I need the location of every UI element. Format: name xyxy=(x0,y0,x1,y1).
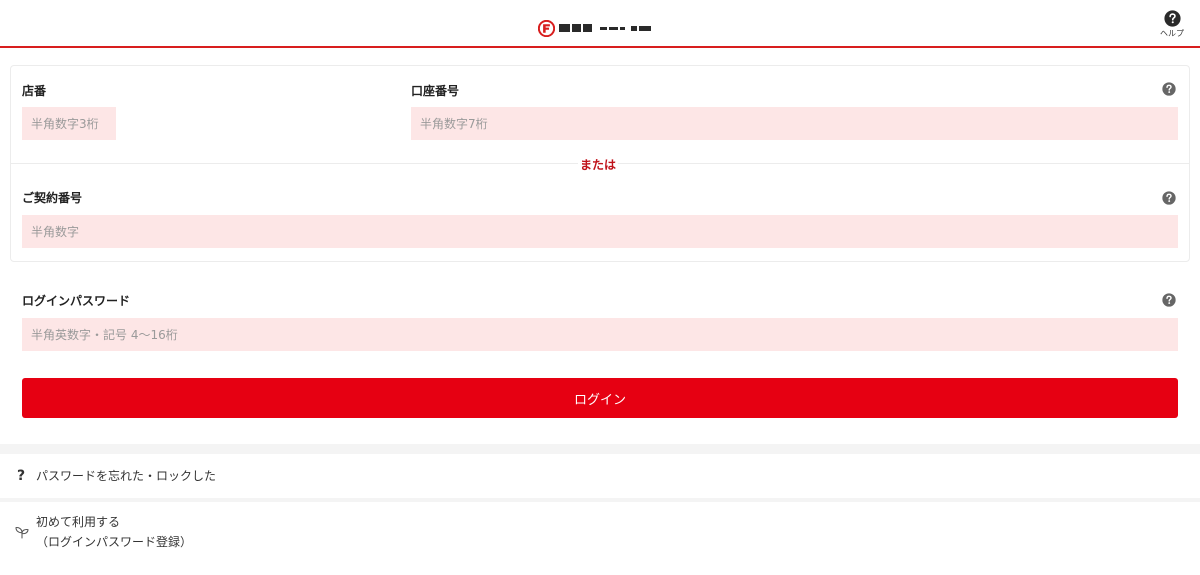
password-help-icon[interactable] xyxy=(1162,293,1176,307)
help-label: ヘルプ xyxy=(1160,29,1184,38)
account-label: 口座番号 xyxy=(411,84,460,98)
contract-help-icon[interactable] xyxy=(1162,191,1176,205)
login-button[interactable]: ログイン xyxy=(22,378,1178,418)
first-time-text: 初めて利用する xyxy=(36,515,121,529)
sprout-icon xyxy=(15,527,29,539)
app-header: ヘルプ xyxy=(0,0,1200,48)
first-time-registration-link[interactable]: 初めて利用する （ログインパスワード登録） xyxy=(0,502,1200,558)
bank-logo-icon xyxy=(538,19,555,37)
forgot-password-text: パスワードを忘れた・ロックした xyxy=(36,469,217,483)
account-number-input[interactable] xyxy=(411,107,1178,140)
question-circle-icon xyxy=(1163,10,1181,27)
contract-label: ご契約番号 xyxy=(22,191,83,205)
question-mark-icon: ? xyxy=(16,468,26,484)
or-separator: または xyxy=(578,156,619,173)
bank-logo-wordmark xyxy=(559,24,653,32)
branch-number-input[interactable] xyxy=(22,107,116,140)
password-label: ログインパスワード xyxy=(22,294,131,308)
section-separator xyxy=(0,444,1200,454)
password-input[interactable] xyxy=(22,318,1178,351)
bank-logo[interactable] xyxy=(538,18,653,38)
first-time-subtext: （ログインパスワード登録） xyxy=(36,535,193,549)
account-help-icon[interactable] xyxy=(1162,82,1176,96)
branch-label: 店番 xyxy=(22,84,47,98)
forgot-password-link[interactable]: ? パスワードを忘れた・ロックした xyxy=(0,454,1200,498)
help-button[interactable]: ヘルプ xyxy=(1157,10,1187,39)
contract-number-input[interactable] xyxy=(22,215,1178,248)
